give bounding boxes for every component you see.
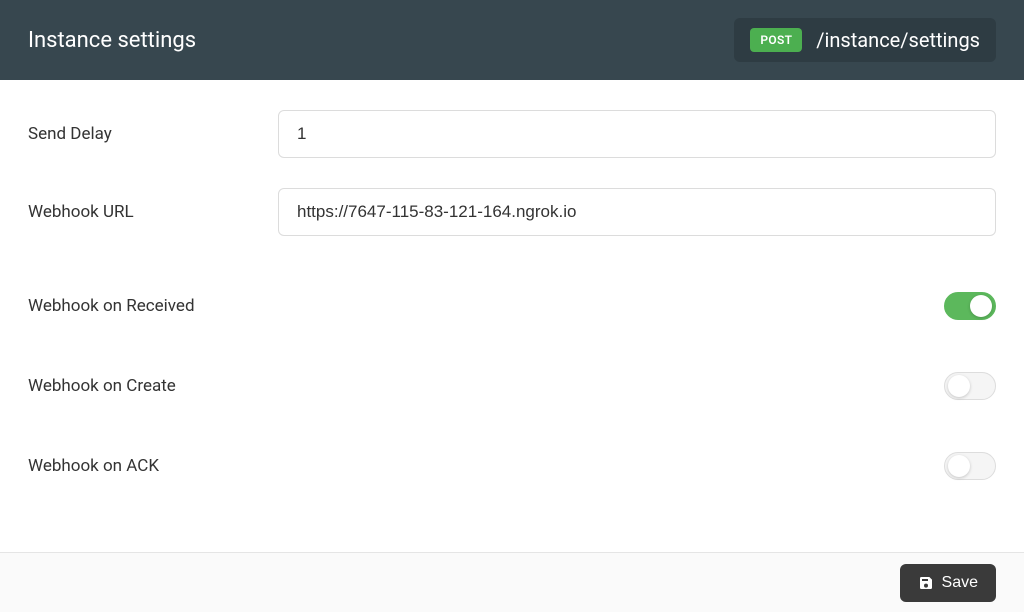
toggle-knob [970, 295, 992, 317]
save-button-label: Save [942, 574, 978, 592]
row-send-delay: Send Delay [28, 110, 996, 158]
input-send-delay[interactable] [278, 110, 996, 158]
row-webhook-create: Webhook on Create [28, 346, 996, 426]
toggle-knob [948, 375, 970, 397]
settings-form: Send Delay Webhook URL Webhook on Receiv… [0, 80, 1024, 516]
endpoint-path: /instance/settings [816, 28, 980, 52]
page-footer: Save [0, 552, 1024, 612]
label-webhook-url: Webhook URL [28, 202, 278, 222]
row-webhook-ack: Webhook on ACK [28, 426, 996, 506]
http-method-badge: POST [750, 28, 802, 52]
row-webhook-url: Webhook URL [28, 188, 996, 236]
toggle-webhook-ack[interactable] [944, 452, 996, 480]
page-header: Instance settings POST /instance/setting… [0, 0, 1024, 80]
label-webhook-create: Webhook on Create [28, 376, 176, 396]
toggle-webhook-create[interactable] [944, 372, 996, 400]
endpoint-box: POST /instance/settings [734, 18, 996, 62]
save-button[interactable]: Save [900, 564, 996, 602]
input-webhook-url[interactable] [278, 188, 996, 236]
toggle-knob [948, 455, 970, 477]
label-send-delay: Send Delay [28, 124, 278, 144]
label-webhook-ack: Webhook on ACK [28, 456, 159, 476]
save-icon [918, 575, 934, 591]
toggle-webhook-received[interactable] [944, 292, 996, 320]
row-webhook-received: Webhook on Received [28, 266, 996, 346]
label-webhook-received: Webhook on Received [28, 296, 195, 316]
page-title: Instance settings [28, 28, 196, 53]
